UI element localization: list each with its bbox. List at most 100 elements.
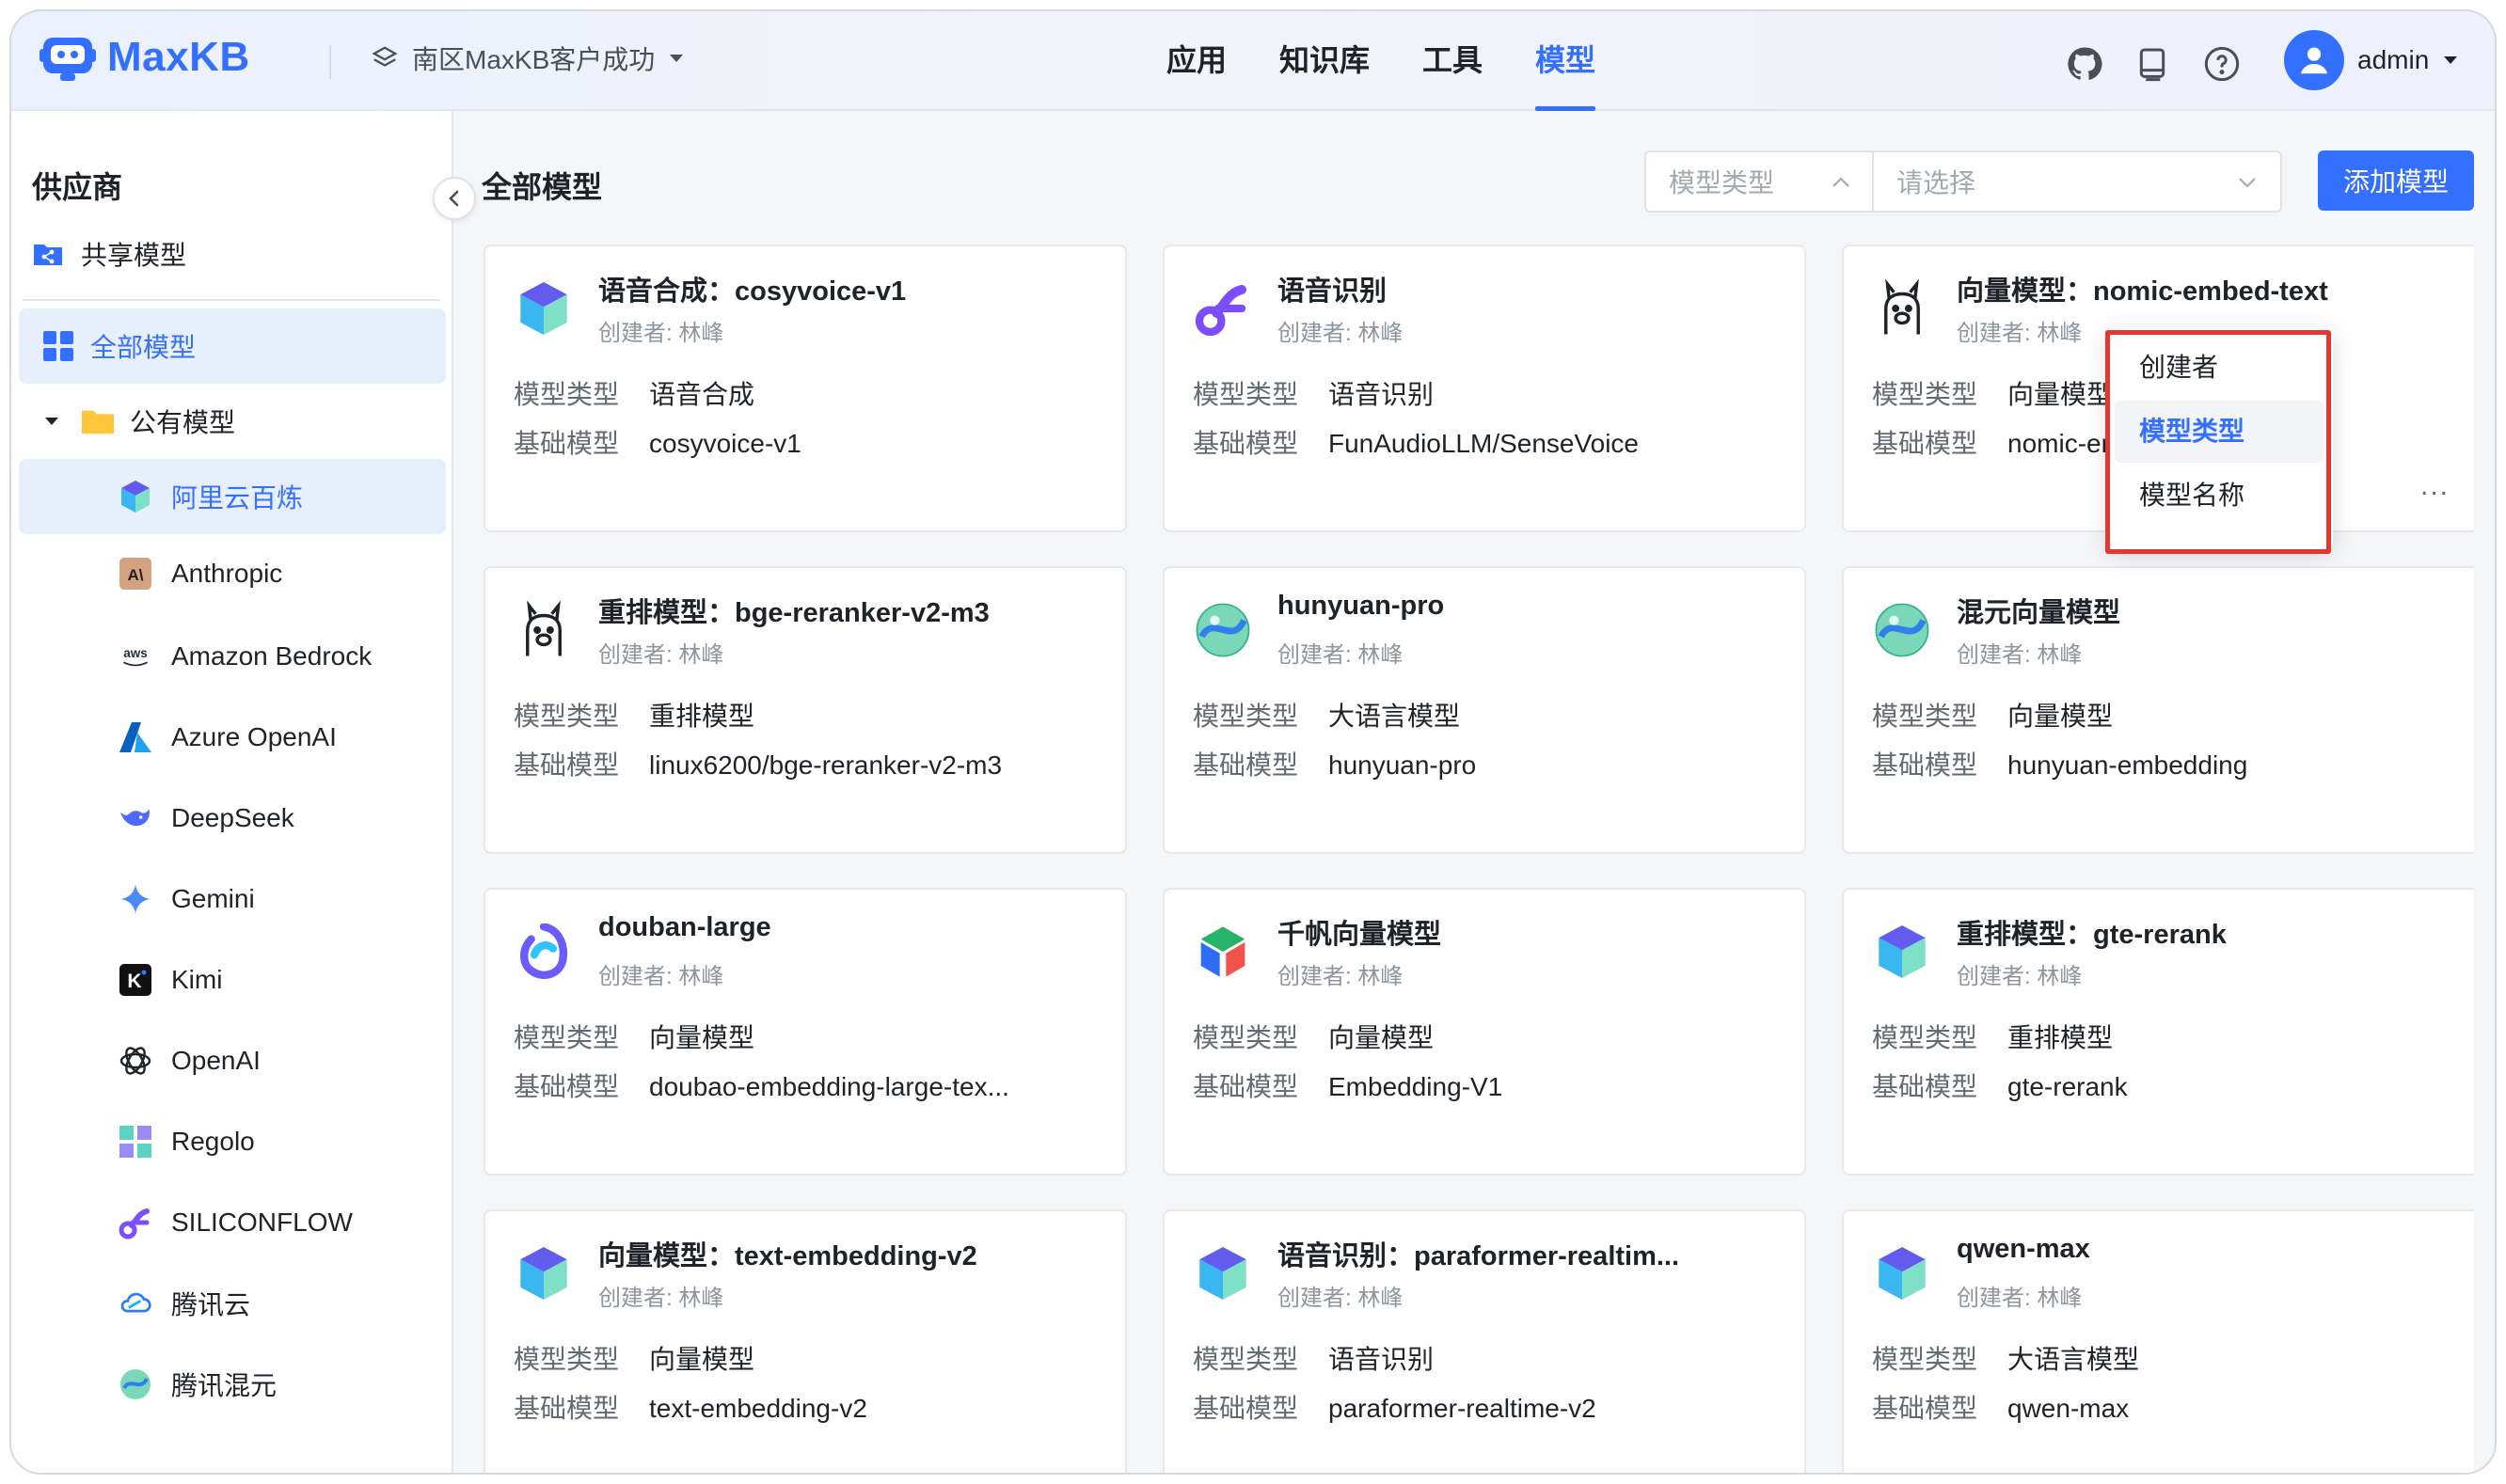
model-card[interactable]: hunyuan-pro 创建者: 林峰 模型类型 大语言模型 基础模型 hunyuan-p… bbox=[1163, 566, 1806, 854]
sidebar-item-tencent-cloud[interactable]: 腾讯云 bbox=[19, 1266, 446, 1341]
hunyuan-icon bbox=[1193, 600, 1253, 660]
user-menu[interactable]: admin bbox=[2284, 30, 2459, 90]
base-model-row: 基础模型 hunyuan-pro bbox=[1193, 745, 1476, 782]
sidebar-group-public-models[interactable]: 公有模型 bbox=[19, 384, 446, 459]
app-logo[interactable]: MaxKB bbox=[40, 32, 250, 83]
model-card[interactable]: qwen-max 创建者: 林峰 模型类型 大语言模型 基础模型 qwen-max bbox=[1842, 1209, 2474, 1473]
sidebar-item-label: 共享模型 bbox=[81, 241, 187, 270]
sidebar-item-deepseek[interactable]: DeepSeek bbox=[19, 781, 446, 856]
model-name: 语音识别：paraformer-realtim... bbox=[1277, 1241, 1680, 1271]
sidebar-item-label: Kimi bbox=[171, 965, 223, 994]
sidebar-item-label: Regolo bbox=[171, 1127, 255, 1156]
github-icon[interactable] bbox=[2066, 45, 2103, 83]
nav-models[interactable]: 模型 bbox=[1509, 11, 1622, 111]
bailian-icon bbox=[1193, 1243, 1253, 1303]
sidebar-title: 供应商 bbox=[32, 170, 123, 204]
sidebar-item-kimi[interactable]: K Kimi bbox=[19, 942, 446, 1018]
model-type-label: 模型类型 bbox=[1872, 1023, 1978, 1052]
sidebar-item-label: 腾讯混元 bbox=[171, 1371, 278, 1400]
sidebar-item-azure-openai[interactable]: Azure OpenAI bbox=[19, 700, 446, 775]
base-model-value: text-embedding-v2 bbox=[649, 1394, 867, 1423]
sidebar-item-siliconflow[interactable]: SILICONFLOW bbox=[19, 1185, 446, 1260]
sidebar-item-label: OpenAI bbox=[171, 1046, 261, 1075]
workspace-switcher[interactable]: 南区MaxKB客户成功 bbox=[371, 39, 698, 77]
model-type-row: 模型类型 语音识别 bbox=[1193, 374, 1434, 412]
base-model-value: qwen-max bbox=[2007, 1394, 2130, 1423]
provider-sidebar: 供应商 共享模型 全部模型 公有模型 阿里云百炼 A\ Anthropic aw… bbox=[11, 111, 453, 1473]
model-card[interactable]: 重排模型：bge-reranker-v2-m3 创建者: 林峰 模型类型 重排模型 基础… bbox=[484, 566, 1127, 854]
sidebar-item-gemini[interactable]: Gemini bbox=[19, 861, 446, 937]
model-name: 重排模型：bge-reranker-v2-m3 bbox=[598, 598, 990, 628]
base-model-label: 基础模型 bbox=[514, 750, 620, 780]
maxkb-logo-icon bbox=[40, 38, 96, 81]
model-type-row: 模型类型 向量模型 bbox=[514, 1339, 754, 1377]
model-creator: 创建者: 林峰 bbox=[1957, 321, 2083, 346]
top-nav: 应用 知识库 工具 模型 bbox=[1140, 11, 1622, 111]
sidebar-item-shared-models[interactable]: 共享模型 bbox=[32, 235, 186, 273]
model-creator: 创建者: 林峰 bbox=[1277, 1286, 1404, 1311]
siliconflow-icon bbox=[1193, 278, 1253, 339]
sidebar-item-anthropic[interactable]: A\ Anthropic bbox=[19, 536, 446, 611]
model-name: douban-large bbox=[598, 912, 771, 942]
model-card[interactable]: douban-large 创建者: 林峰 模型类型 向量模型 基础模型 doubao-em… bbox=[484, 888, 1127, 1176]
model-type-value: 大语言模型 bbox=[2007, 1345, 2140, 1374]
model-name: 千帆向量模型 bbox=[1277, 920, 1442, 950]
base-model-row: 基础模型 doubao-embedding-large-tex... bbox=[514, 1066, 1009, 1104]
help-icon[interactable] bbox=[2203, 45, 2241, 83]
avatar bbox=[2284, 30, 2344, 90]
sidebar-item-bailian[interactable]: 阿里云百炼 bbox=[19, 459, 446, 534]
caret-down-icon bbox=[2444, 56, 2458, 64]
add-model-button[interactable]: 添加模型 bbox=[2318, 150, 2474, 211]
nav-tools[interactable]: 工具 bbox=[1396, 11, 1509, 111]
model-card[interactable]: 重排模型：gte-rerank 创建者: 林峰 模型类型 重排模型 基础模型 gte-re… bbox=[1842, 888, 2474, 1176]
sidebar-item-label: SILICONFLOW bbox=[171, 1208, 353, 1237]
model-card[interactable]: 语音识别 创建者: 林峰 模型类型 语音识别 基础模型 FunAudioLLM/Sense… bbox=[1163, 245, 1806, 532]
qianfan-icon bbox=[1193, 922, 1253, 982]
model-type-label: 模型类型 bbox=[1872, 1345, 1978, 1374]
sidebar-item-amazon-bedrock[interactable]: aws Amazon Bedrock bbox=[19, 619, 446, 694]
sidebar-item-all-models[interactable]: 全部模型 bbox=[19, 308, 446, 384]
model-creator: 创建者: 林峰 bbox=[1957, 964, 2083, 989]
model-type-label: 模型类型 bbox=[514, 702, 620, 731]
nav-knowledge[interactable]: 知识库 bbox=[1253, 11, 1396, 111]
docs-icon[interactable] bbox=[2133, 45, 2171, 83]
base-model-label: 基础模型 bbox=[1193, 1394, 1299, 1423]
base-model-value: linux6200/bge-reranker-v2-m3 bbox=[649, 750, 1003, 780]
sidebar-item-label: 全部模型 bbox=[90, 333, 197, 362]
model-type-label: 模型类型 bbox=[1193, 1345, 1299, 1374]
sidebar-item-openai[interactable]: OpenAI bbox=[19, 1023, 446, 1098]
filter-field-select[interactable]: 模型类型 bbox=[1644, 150, 1874, 213]
model-card[interactable]: 混元向量模型 创建者: 林峰 模型类型 向量模型 基础模型 hunyuan-embeddi… bbox=[1842, 566, 2474, 854]
sidebar-item-regolo[interactable]: Regolo bbox=[19, 1104, 446, 1179]
base-model-value: Embedding-V1 bbox=[1328, 1072, 1503, 1101]
model-card[interactable]: 千帆向量模型 创建者: 林峰 模型类型 向量模型 基础模型 Embedding-V1 bbox=[1163, 888, 1806, 1176]
model-name: 混元向量模型 bbox=[1957, 598, 2121, 628]
more-actions-button[interactable]: ... bbox=[2420, 470, 2450, 502]
model-type-label: 模型类型 bbox=[1193, 1023, 1299, 1052]
sidebar-item-label: DeepSeek bbox=[171, 803, 294, 832]
top-header: MaxKB 南区MaxKB客户成功 应用 知识库 工具 模型 admin bbox=[11, 11, 2495, 111]
filter-value-select[interactable]: 请选择 bbox=[1872, 150, 2282, 213]
bailian-icon bbox=[514, 278, 574, 339]
layers-icon bbox=[372, 46, 398, 67]
header-divider bbox=[329, 45, 331, 79]
base-model-row: 基础模型 FunAudioLLM/SenseVoice bbox=[1193, 423, 1639, 461]
model-type-value: 语音合成 bbox=[649, 380, 755, 409]
openai-icon bbox=[119, 1044, 152, 1078]
nav-apps[interactable]: 应用 bbox=[1140, 11, 1253, 111]
model-card[interactable]: 语音合成：cosyvoice-v1 创建者: 林峰 模型类型 语音合成 基础模型 cosy… bbox=[484, 245, 1127, 532]
sidebar-item-label: 公有模型 bbox=[130, 408, 236, 437]
bailian-icon bbox=[514, 1243, 574, 1303]
sidebar-item-label: 阿里云百炼 bbox=[171, 483, 304, 513]
sidebar-item-tencent-hunyuan[interactable]: 腾讯混元 bbox=[19, 1347, 446, 1422]
model-card[interactable]: 语音识别：paraformer-realtim... 创建者: 林峰 模型类型 语音识… bbox=[1163, 1209, 1806, 1473]
model-name: hunyuan-pro bbox=[1277, 591, 1445, 621]
base-model-value: doubao-embedding-large-tex... bbox=[649, 1072, 1009, 1101]
base-model-label: 基础模型 bbox=[514, 1394, 620, 1423]
ollama-icon bbox=[1872, 278, 1932, 339]
model-type-label: 模型类型 bbox=[1193, 380, 1299, 409]
model-card[interactable]: 向量模型：text-embedding-v2 创建者: 林峰 模型类型 向量模型 基础模… bbox=[484, 1209, 1127, 1473]
model-creator: 创建者: 林峰 bbox=[1277, 642, 1404, 668]
base-model-row: 基础模型 cosyvoice-v1 bbox=[514, 423, 801, 461]
bailian-icon bbox=[119, 480, 152, 513]
